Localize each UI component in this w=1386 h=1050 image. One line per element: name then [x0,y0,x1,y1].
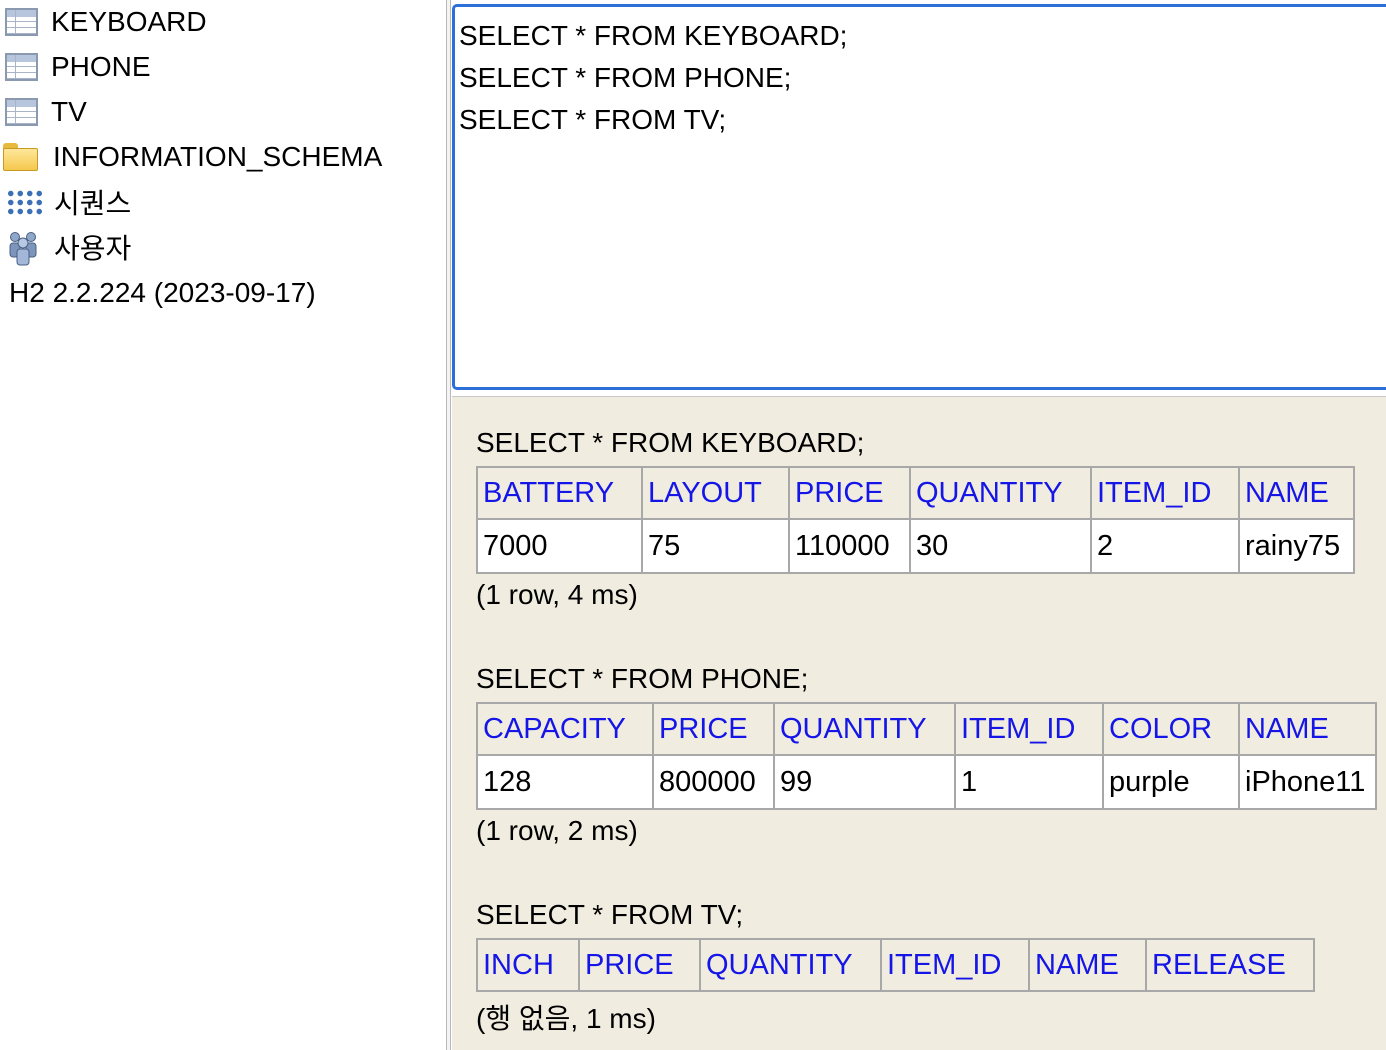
tree-item-tv[interactable]: TV [0,90,87,134]
table-header-row: CAPACITY PRICE QUANTITY ITEM_ID COLOR NA… [476,702,1377,756]
result-table-phone: CAPACITY PRICE QUANTITY ITEM_ID COLOR NA… [476,702,1377,810]
table-cell: 30 [909,518,1092,574]
column-header[interactable]: QUANTITY [699,938,882,992]
sql-line: SELECT * FROM KEYBOARD; [459,20,848,51]
tree-item-sequences[interactable]: 시퀀스 [0,180,131,224]
column-header[interactable]: LAYOUT [641,466,790,520]
tree-item-users[interactable]: 사용자 [0,225,131,269]
table-icon [5,98,38,126]
column-header[interactable]: NAME [1238,702,1377,756]
table-header-row: BATTERY LAYOUT PRICE QUANTITY ITEM_ID NA… [476,466,1355,520]
result-table-keyboard: BATTERY LAYOUT PRICE QUANTITY ITEM_ID NA… [476,466,1355,574]
table-cell: rainy75 [1238,518,1355,574]
sql-line: SELECT * FROM PHONE; [459,62,792,93]
result-query: SELECT * FROM TV; [476,899,744,930]
table-row: 7000 75 110000 30 2 rainy75 [476,518,1355,574]
column-header[interactable]: ITEM_ID [880,938,1030,992]
users-icon [5,229,41,266]
table-row: 128 800000 99 1 purple iPhone11 [476,754,1377,810]
table-icon [5,53,38,81]
column-header[interactable]: INCH [476,938,580,992]
tree-item-label: TV [51,96,87,127]
column-header[interactable]: NAME [1028,938,1147,992]
column-header[interactable]: QUANTITY [773,702,956,756]
table-header-row: INCH PRICE QUANTITY ITEM_ID NAME RELEASE [476,938,1315,992]
result-query: SELECT * FROM PHONE; [476,663,809,694]
column-header[interactable]: CAPACITY [476,702,654,756]
table-cell: 1 [954,754,1104,810]
table-cell: 7000 [476,518,643,574]
sequence-icon [6,189,44,215]
table-cell: 128 [476,754,654,810]
column-header[interactable]: PRICE [578,938,701,992]
result-table-tv: INCH PRICE QUANTITY ITEM_ID NAME RELEASE [476,938,1315,992]
table-cell: 99 [773,754,956,810]
results-panel: SELECT * FROM KEYBOARD; BATTERY LAYOUT P… [452,396,1386,1050]
table-cell: iPhone11 [1238,754,1377,810]
result-query: SELECT * FROM KEYBOARD; [476,427,865,458]
table-cell: 75 [641,518,790,574]
tree-item-label: KEYBOARD [51,6,207,37]
column-header[interactable]: PRICE [652,702,775,756]
version-label: H2 2.2.224 (2023-09-17) [9,277,316,308]
tree-item-keyboard[interactable]: KEYBOARD [0,0,207,44]
result-status: (1 row, 4 ms) [476,579,638,610]
column-header[interactable]: RELEASE [1145,938,1315,992]
result-status: (행 없음, 1 ms) [476,1003,656,1034]
tree-item-phone[interactable]: PHONE [0,45,151,89]
table-cell: purple [1102,754,1240,810]
h2-console: KEYBOARD PHONE TV INFORMATION_SCHEMA 시퀀스 [0,0,1386,1050]
column-header[interactable]: ITEM_ID [954,702,1104,756]
panel-splitter[interactable] [446,0,451,1050]
tree-item-information-schema[interactable]: INFORMATION_SCHEMA [0,135,382,179]
column-header[interactable]: COLOR [1102,702,1240,756]
column-header[interactable]: PRICE [788,466,911,520]
column-header[interactable]: ITEM_ID [1090,466,1240,520]
column-header[interactable]: NAME [1238,466,1355,520]
table-icon [5,8,38,36]
column-header[interactable]: QUANTITY [909,466,1092,520]
tree-item-label: PHONE [51,51,151,82]
folder-icon [3,143,38,171]
object-tree-panel: KEYBOARD PHONE TV INFORMATION_SCHEMA 시퀀스 [0,0,446,1050]
table-cell: 2 [1090,518,1240,574]
result-status: (1 row, 2 ms) [476,815,638,846]
tree-item-label: 사용자 [54,233,132,264]
tree-item-label: INFORMATION_SCHEMA [53,141,383,172]
column-header[interactable]: BATTERY [476,466,643,520]
sql-line: SELECT * FROM TV; [459,104,727,135]
tree-item-label: 시퀀스 [54,188,132,219]
sql-editor[interactable]: SELECT * FROM KEYBOARD; SELECT * FROM PH… [452,4,1386,390]
table-cell: 110000 [788,518,911,574]
table-cell: 800000 [652,754,775,810]
